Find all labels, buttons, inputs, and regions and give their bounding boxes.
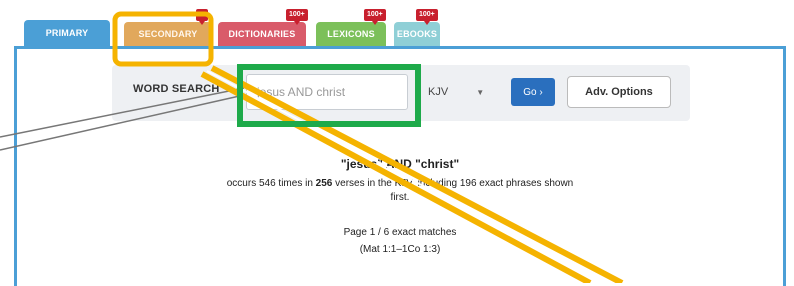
callout-line [0,87,245,138]
annotation-overlay [0,11,624,283]
arrow-line [206,70,607,283]
highlight-box-orange [112,11,214,67]
arrow-line [200,71,592,283]
callout-line [0,94,245,151]
